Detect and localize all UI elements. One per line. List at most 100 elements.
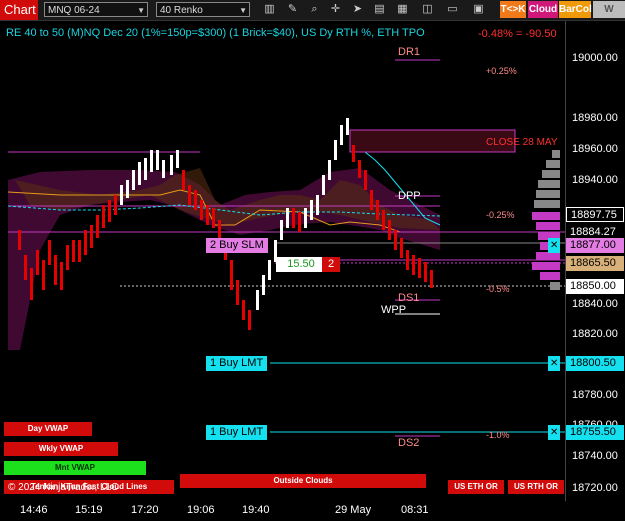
mnt-vwap-button[interactable]: Mnt VWAP [4, 461, 146, 475]
renko-brick [406, 250, 409, 270]
renko-brick [218, 220, 221, 240]
pencil-icon[interactable]: ✎ [285, 2, 300, 17]
magnify-icon[interactable]: ⌕ [307, 2, 322, 17]
pnl-box[interactable]: 15.50 [276, 257, 326, 272]
crosshair-icon[interactable]: ✛ [328, 2, 343, 17]
day-vwap-button[interactable]: Day VWAP [4, 422, 92, 436]
cloud-toggle[interactable]: Cloud [528, 1, 558, 18]
renko-brick [328, 160, 331, 180]
renko-brick [292, 208, 295, 228]
renko-brick [156, 150, 159, 170]
grid-icon[interactable]: ▦ [395, 2, 410, 17]
bar-type-selector[interactable]: 40 Renko ▼ [156, 2, 250, 17]
template-icon[interactable]: ▣ [471, 2, 486, 17]
close-order-icon[interactable]: ✕ [548, 425, 560, 440]
price-tick-label: 19000.00 [572, 52, 618, 64]
tk-toggle[interactable]: T<>K [500, 1, 526, 18]
wkly-vwap-button[interactable]: Wkly VWAP [4, 442, 118, 456]
layers-icon[interactable]: ◫ [420, 2, 435, 17]
qty-box[interactable]: 2 [322, 257, 340, 272]
renko-brick [176, 150, 179, 168]
renko-brick [268, 260, 271, 280]
renko-brick [30, 268, 33, 300]
profile-bar [532, 262, 560, 270]
renko-brick [212, 208, 215, 228]
cursor-icon[interactable]: ➤ [350, 2, 365, 17]
renko-brick [132, 170, 135, 190]
renko-brick [126, 180, 129, 198]
renko-brick [206, 205, 209, 225]
renko-brick [102, 205, 105, 228]
renko-brick [256, 290, 259, 310]
renko-brick [144, 158, 147, 180]
barcol-toggle[interactable]: BarCol [559, 1, 592, 18]
bar-type-value: 40 Renko [160, 5, 203, 16]
time-tick-label: 14:46 [20, 504, 48, 516]
ds1-label: DS1 [398, 292, 420, 304]
time-tick-label: 08:31 [401, 504, 429, 516]
profile-bar [546, 160, 560, 168]
renko-brick [412, 255, 415, 275]
buy-slm-order[interactable]: 2 Buy SLM [206, 238, 268, 253]
profile-bar [536, 190, 560, 198]
buy-lmt-price-tag-1: 18800.50 [566, 356, 624, 371]
renko-brick [400, 238, 403, 258]
profile-bar [536, 252, 560, 260]
chart-tab[interactable]: Chart [0, 0, 38, 20]
renko-brick [418, 258, 421, 278]
chart-title: RE 40 to 50 (M)NQ Dec 20 (1%=150p=$300) … [6, 27, 425, 39]
renko-brick [298, 212, 301, 232]
time-tick-label: 19:06 [187, 504, 215, 516]
time-tick-label: 17:20 [131, 504, 159, 516]
renko-brick [242, 300, 245, 320]
outside-clouds-button[interactable]: Outside Clouds [180, 474, 426, 488]
renko-brick [236, 280, 239, 305]
renko-brick [84, 230, 87, 255]
pct-top-label: +0.25% [486, 66, 517, 76]
close-order-icon[interactable]: ✕ [548, 238, 560, 253]
current-price-tag: 18897.75 [566, 207, 624, 222]
wvwap-toggle[interactable]: W VWA [593, 1, 625, 32]
price-tick-label: 18940.00 [572, 174, 618, 186]
profile-bar [536, 222, 560, 230]
renko-brick [36, 250, 39, 275]
renko-brick [78, 240, 81, 262]
renko-brick [42, 260, 45, 290]
close-order-icon[interactable]: ✕ [548, 356, 560, 371]
renko-brick [182, 170, 185, 190]
renko-brick [376, 200, 379, 220]
renko-brick [90, 225, 93, 248]
last-price-tag: 18850.00 [566, 279, 624, 294]
profile-bar [550, 282, 560, 290]
price-tick-label: 18980.00 [572, 112, 618, 124]
buy-lmt-order-1[interactable]: 1 Buy LMT [206, 356, 268, 371]
renko-brick [150, 150, 153, 172]
close-label: CLOSE 28 MAY [486, 137, 558, 148]
renko-brick [138, 162, 141, 185]
bar-chart-icon[interactable]: ▥ [262, 2, 277, 17]
price-tick-label: 18780.00 [572, 389, 618, 401]
window-icon[interactable]: ▭ [445, 2, 460, 17]
instrument-selector[interactable]: MNQ 06-24 ▼ [44, 2, 148, 17]
copyright-text: © 2024 NinjaTrader, LLC [8, 482, 119, 493]
renko-brick [54, 255, 57, 285]
price-tick-label: 18840.00 [572, 298, 618, 310]
renko-brick [364, 170, 367, 190]
renko-brick [382, 210, 385, 230]
us-rth-or-button[interactable]: US RTH OR [508, 480, 564, 494]
price-tick-label: 18960.00 [572, 143, 618, 155]
renko-brick [280, 220, 283, 240]
buy-lmt-order-2[interactable]: 1 Buy LMT [206, 425, 268, 440]
profile-bar [532, 212, 560, 220]
wpp-label: WPP [381, 304, 407, 316]
pct-neg2-label: -0.5% [486, 284, 510, 294]
chevron-down-icon: ▼ [137, 6, 145, 15]
profile-bar [540, 272, 560, 280]
renko-brick [424, 262, 427, 282]
renko-brick [340, 125, 343, 145]
ds2-label: DS2 [398, 437, 420, 449]
renko-brick [66, 245, 69, 270]
us-eth-or-button[interactable]: US ETH OR [448, 480, 504, 494]
renko-brick [248, 310, 251, 330]
bars-icon[interactable]: ▤ [372, 2, 387, 17]
